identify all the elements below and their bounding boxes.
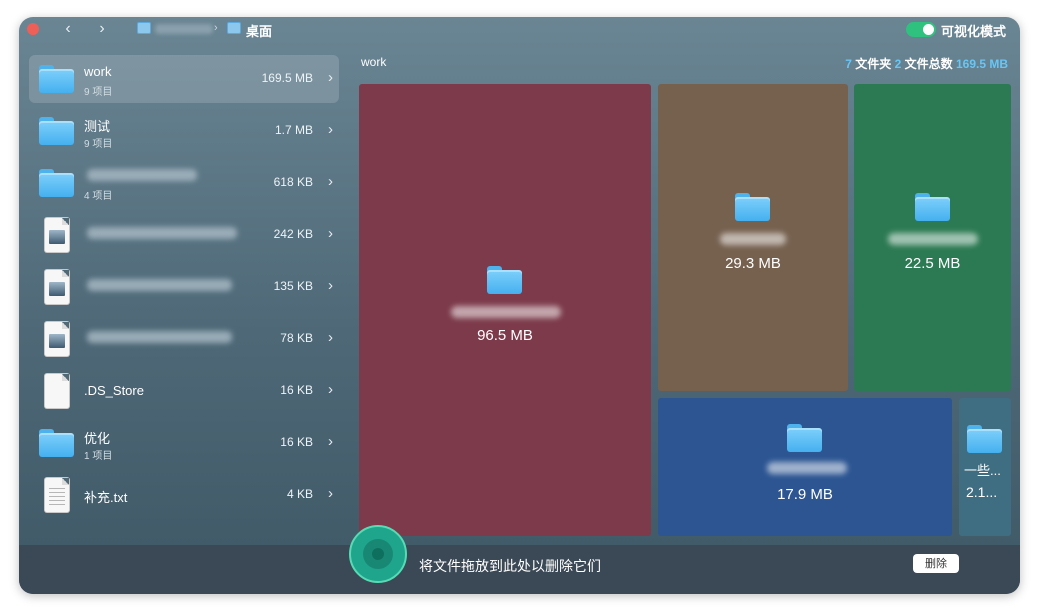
chevron-right-icon[interactable]: › <box>328 121 333 138</box>
item-size: 1.7 MB <box>274 123 313 137</box>
folders-count: 7 <box>845 57 852 71</box>
back-button[interactable]: ‹ <box>59 20 77 38</box>
list-item-optimize[interactable]: 优化 1 项目 16 KB › <box>29 419 339 467</box>
total-size: 169.5 MB <box>955 57 1008 71</box>
list-item-supplement-txt[interactable]: 补充.txt 4 KB › <box>29 471 339 519</box>
item-count: 9 项目 <box>84 139 113 150</box>
list-item-image-3[interactable]: 78 KB › <box>29 315 339 363</box>
breadcrumb-desktop-folder-icon <box>227 22 241 34</box>
item-size: 4 KB <box>286 487 313 501</box>
file-list: work 9 项目 169.5 MB › 测试 9 项目 1.7 MB › 4 … <box>19 43 349 545</box>
item-name: 优化 <box>84 431 111 446</box>
blurred-item-name <box>87 169 197 181</box>
tile-label: 一些... <box>964 463 1001 478</box>
breadcrumb-parent-blurred[interactable] <box>155 24 213 34</box>
app-window: ‹ › › 桌面 可视化模式 work 9 项目 169.5 MB › 测试 9… <box>19 17 1020 594</box>
list-item-image-1[interactable]: 242 KB › <box>29 211 339 259</box>
breadcrumb-home-folder-icon[interactable] <box>137 22 151 34</box>
item-name: 补充.txt <box>84 490 128 505</box>
treemap-tile-1[interactable]: 29.3 MB <box>658 84 848 391</box>
blurred-tile-label <box>451 306 561 318</box>
folder-icon <box>915 192 951 222</box>
item-size: 16 KB <box>280 435 313 449</box>
item-size: 135 KB <box>273 279 313 293</box>
folder-icon <box>487 265 523 295</box>
text-file-icon <box>45 478 69 512</box>
item-size: 242 KB <box>273 227 313 241</box>
treemap-tile-2[interactable]: 22.5 MB <box>854 84 1011 391</box>
chevron-right-icon[interactable]: › <box>328 329 333 346</box>
chevron-right-icon[interactable]: › <box>328 225 333 242</box>
titlebar: ‹ › › 桌面 可视化模式 <box>19 17 1020 43</box>
item-size: 169.5 MB <box>261 71 313 85</box>
blurred-item-name <box>87 227 237 239</box>
chevron-right-icon[interactable]: › <box>328 277 333 294</box>
file-icon <box>45 374 69 408</box>
item-size: 16 KB <box>280 383 313 397</box>
item-size: 78 KB <box>280 331 313 345</box>
breadcrumb-current[interactable]: 桌面 <box>246 21 272 40</box>
files-label: 文件总数 <box>904 57 953 71</box>
toggle-knob <box>923 24 934 35</box>
tile-size: 22.5 MB <box>904 255 961 272</box>
folder-icon <box>39 64 75 94</box>
tile-size: 29.3 MB <box>725 255 781 272</box>
chevron-right-icon[interactable]: › <box>328 173 333 190</box>
folder-icon <box>39 116 75 146</box>
close-window-button[interactable] <box>27 23 39 35</box>
list-item-work[interactable]: work 9 项目 169.5 MB › <box>29 55 339 103</box>
folder-icon <box>39 428 75 458</box>
chevron-right-icon[interactable]: › <box>328 69 333 86</box>
treemap-tile-4[interactable]: 一些... 2.1... <box>959 398 1011 536</box>
folder-icon <box>967 424 1003 454</box>
delete-button[interactable]: 删除 <box>913 554 959 573</box>
item-name: work <box>84 64 112 79</box>
item-count: 4 项目 <box>84 191 113 202</box>
files-count: 2 <box>894 57 902 71</box>
tile-size: 17.9 MB <box>777 486 833 503</box>
list-item-blurred-folder[interactable]: 4 项目 618 KB › <box>29 159 339 207</box>
blurred-tile-label <box>767 462 847 474</box>
image-file-icon <box>45 322 69 356</box>
list-item-image-2[interactable]: 135 KB › <box>29 263 339 311</box>
chevron-right-icon[interactable]: › <box>328 485 333 502</box>
blurred-item-name <box>87 279 232 291</box>
image-file-icon <box>45 270 69 304</box>
blurred-item-name <box>87 331 232 343</box>
chevron-right-icon[interactable]: › <box>328 433 333 450</box>
folder-icon <box>735 192 771 222</box>
list-item-ds-store[interactable]: .DS_Store 16 KB › <box>29 367 339 415</box>
item-name: .DS_Store <box>84 383 144 398</box>
main-folder-title: work <box>361 55 387 69</box>
list-item-test[interactable]: 测试 9 项目 1.7 MB › <box>29 107 339 155</box>
tile-size: 96.5 MB <box>477 327 533 344</box>
blurred-tile-label <box>720 233 786 245</box>
trash-drop-zone-icon[interactable] <box>349 525 407 583</box>
folder-icon <box>39 168 75 198</box>
folders-label: 文件夹 <box>855 57 892 71</box>
folder-icon <box>787 423 823 453</box>
treemap-tile-0[interactable]: 96.5 MB <box>359 84 651 536</box>
tile-size: 2.1... <box>966 484 998 500</box>
forward-button[interactable]: › <box>93 20 111 38</box>
drop-hint-text: 将文件拖放到此处以删除它们 <box>419 558 601 574</box>
image-file-icon <box>45 218 69 252</box>
treemap-tile-3[interactable]: 17.9 MB <box>658 398 952 536</box>
visual-mode-label: 可视化模式 <box>941 24 1007 39</box>
folder-stats: 7 文件夹 2 文件总数 169.5 MB <box>845 55 1008 72</box>
item-size: 618 KB <box>273 175 313 189</box>
blurred-tile-label <box>888 233 978 245</box>
item-name: 测试 <box>84 119 111 134</box>
visual-mode-toggle[interactable] <box>906 22 936 37</box>
item-count: 1 项目 <box>84 451 113 462</box>
item-count: 9 项目 <box>84 87 113 98</box>
breadcrumb-separator-icon: › <box>214 22 218 34</box>
chevron-right-icon[interactable]: › <box>328 381 333 398</box>
